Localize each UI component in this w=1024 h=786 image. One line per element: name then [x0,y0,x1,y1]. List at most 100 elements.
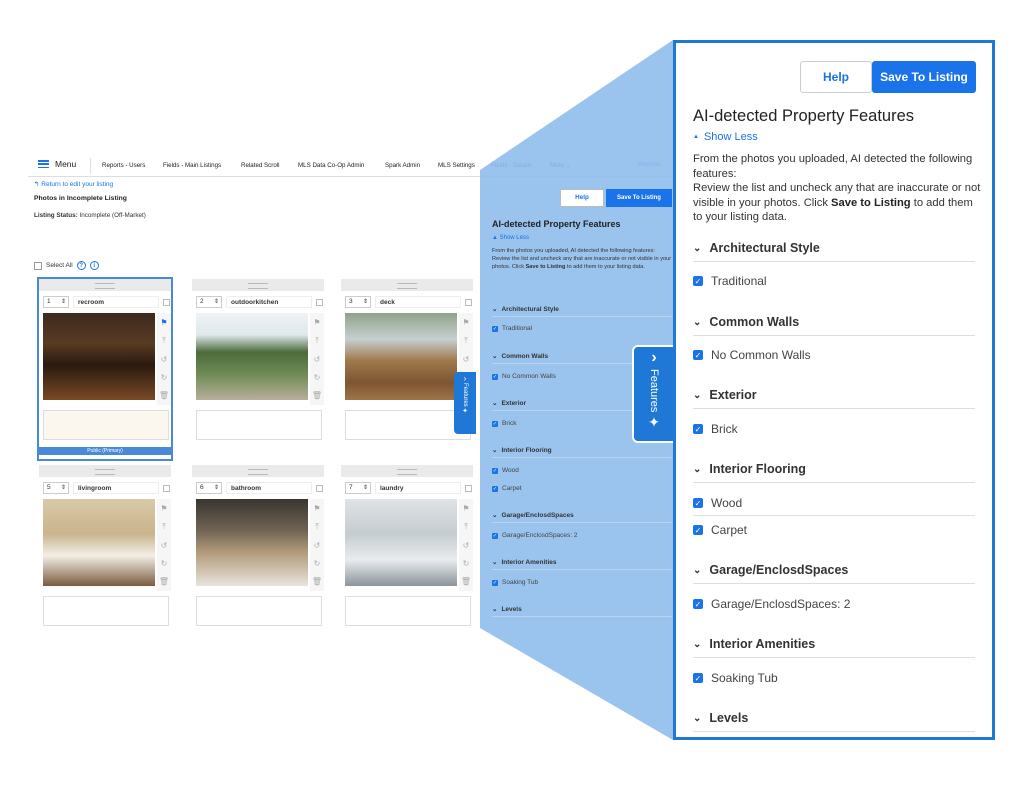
order-select[interactable]: 1 [43,296,69,308]
flag-icon[interactable]: ⚑ [313,318,320,327]
photo-card[interactable]: 7 laundry ⚑ ⤒ ↺ ↻ 🗑 [341,465,473,645]
rotate-left-icon[interactable]: ↺ [161,355,168,364]
mini-option[interactable]: ✓ Wood [492,467,519,474]
mini-section-interior-amenities[interactable]: Interior Amenities [492,558,556,566]
caption-field[interactable] [196,596,322,626]
checkbox-checked-icon[interactable]: ✓ [693,673,703,683]
trash-icon[interactable]: 🗑 [312,577,322,586]
checkbox-checked-icon[interactable]: ✓ [492,485,498,492]
mini-section-exterior[interactable]: Exterior [492,399,526,407]
mini-option[interactable]: ✓ Soaking Tub [492,579,538,586]
back-link[interactable]: ↰ Return to edit your listing [34,180,113,188]
mini-option[interactable]: ✓ Carpet [492,485,522,492]
order-select[interactable]: 6 [196,482,222,494]
rotate-left-icon[interactable]: ↺ [463,355,470,364]
flag-icon[interactable]: ⚑ [462,318,469,327]
upload-icon[interactable]: ⤒ [315,522,319,532]
rotate-left-icon[interactable]: ↺ [161,541,168,550]
rotate-left-icon[interactable]: ↺ [314,541,321,550]
nav-mls-coop-admin[interactable]: MLS Data Co-Op Admin [298,162,364,169]
info-icon[interactable]: i [89,261,99,270]
photo-card[interactable]: 5 livingroom ⚑ ⤒ ↺ ↻ 🗑 [39,465,171,645]
mini-section-architectural-style[interactable]: Architectural Style [492,305,558,313]
checkbox-checked-icon[interactable]: ✓ [693,498,703,508]
upload-icon[interactable]: ⤒ [464,336,468,346]
photo-label-input[interactable]: bathroom [226,482,312,494]
features-tab[interactable]: › Features ✦ [632,345,676,443]
drag-handle[interactable] [341,279,473,291]
mini-section-levels[interactable]: Levels [492,605,521,613]
upload-icon[interactable]: ⤒ [315,336,319,346]
mini-section-common-walls[interactable]: Common Walls [492,352,548,360]
checkbox-checked-icon[interactable]: ✓ [693,424,703,434]
photo-checkbox[interactable] [465,299,472,306]
checkbox-checked-icon[interactable]: ✓ [492,373,498,380]
section-common-walls[interactable]: ⌄ Common Walls [693,315,799,329]
feature-option[interactable]: ✓ Brick [693,422,738,436]
help-button[interactable]: Help [800,61,872,93]
mini-save-button[interactable]: Save To Listing [606,189,672,207]
feature-option[interactable]: ✓ No Common Walls [693,348,811,362]
checkbox-checked-icon[interactable]: ✓ [492,467,498,474]
section-garage[interactable]: ⌄ Garage/EnclosdSpaces [693,563,848,577]
drag-handle[interactable] [192,465,324,477]
nav-mls-settings[interactable]: MLS Settings [438,162,475,169]
mini-section-interior-flooring[interactable]: Interior Flooring [492,446,551,454]
photo-checkbox[interactable] [163,485,170,492]
reorder-link[interactable]: Reorder... [638,161,667,168]
mini-option[interactable]: ✓ Traditional [492,325,532,332]
drag-handle[interactable] [39,279,171,291]
drag-handle[interactable] [192,279,324,291]
checkbox-checked-icon[interactable]: ✓ [693,599,703,609]
photo-label-input[interactable]: deck [375,296,461,308]
section-interior-amenities[interactable]: ⌄ Interior Amenities [693,637,815,651]
section-architectural-style[interactable]: ⌄ Architectural Style [693,241,820,255]
nav-more[interactable]: More ⌄ [550,162,571,169]
upload-icon[interactable]: ⤒ [464,522,468,532]
feature-option[interactable]: ✓ Soaking Tub [693,671,778,685]
help-icon[interactable]: ? [76,261,86,270]
feature-option[interactable]: ✓ Carpet [693,523,747,537]
select-all-checkbox[interactable] [34,261,42,270]
photo-label-input[interactable]: livingroom [73,482,159,494]
rotate-right-icon[interactable]: ↻ [463,559,470,568]
flag-icon[interactable]: ⚑ [313,504,320,513]
caption-field[interactable] [43,596,169,626]
order-select[interactable]: 5 [43,482,69,494]
upload-icon[interactable]: ⤒ [162,336,166,346]
nav-fields-main[interactable]: Fields - Main Listings [163,162,221,169]
show-less-link[interactable]: Show Less [693,131,758,143]
photo-label-input[interactable]: recroom [73,296,159,308]
checkbox-checked-icon[interactable]: ✓ [693,276,703,286]
trash-icon[interactable]: 🗑 [159,391,169,400]
menu-button[interactable]: Menu [38,159,76,169]
caption-field[interactable] [345,596,471,626]
flag-icon[interactable]: ⚑ [462,504,469,513]
drag-handle[interactable] [39,465,171,477]
mini-section-garage[interactable]: Garage/EnclosdSpaces [492,511,573,519]
section-levels[interactable]: ⌄ Levels [693,711,748,725]
photo-checkbox[interactable] [316,299,323,306]
trash-icon[interactable]: 🗑 [159,577,169,586]
photo-label-input[interactable]: laundry [375,482,461,494]
save-to-listing-button[interactable]: Save To Listing [872,61,976,93]
rotate-right-icon[interactable]: ↻ [161,559,168,568]
mini-help-button[interactable]: Help [560,189,604,207]
photo-card[interactable]: 2 outdoorkitchen ⚑ ⤒ ↺ ↻ 🗑 [192,279,324,459]
checkbox-checked-icon[interactable]: ✓ [693,525,703,535]
order-select[interactable]: 7 [345,482,371,494]
caption-field[interactable] [345,410,471,440]
mini-option[interactable]: ✓ Brick [492,420,516,427]
mini-option[interactable]: ✓ No Common Walls [492,373,556,380]
mini-features-tab[interactable]: › Features ✦ [454,372,476,434]
caption-field[interactable] [196,410,322,440]
rotate-right-icon[interactable]: ↻ [314,373,321,382]
drag-handle[interactable] [341,465,473,477]
caption-field[interactable] [43,410,169,440]
trash-icon[interactable]: 🗑 [312,391,322,400]
nav-fields-details[interactable]: Fields - Details [491,162,532,169]
mini-option[interactable]: ✓ Garage/EnclosdSpaces: 2 [492,532,578,539]
checkbox-checked-icon[interactable]: ✓ [693,350,703,360]
checkbox-checked-icon[interactable]: ✓ [492,579,498,586]
photo-card[interactable]: 3 deck ⚑ ⤒ ↺ ↻ 🗑 [341,279,473,459]
